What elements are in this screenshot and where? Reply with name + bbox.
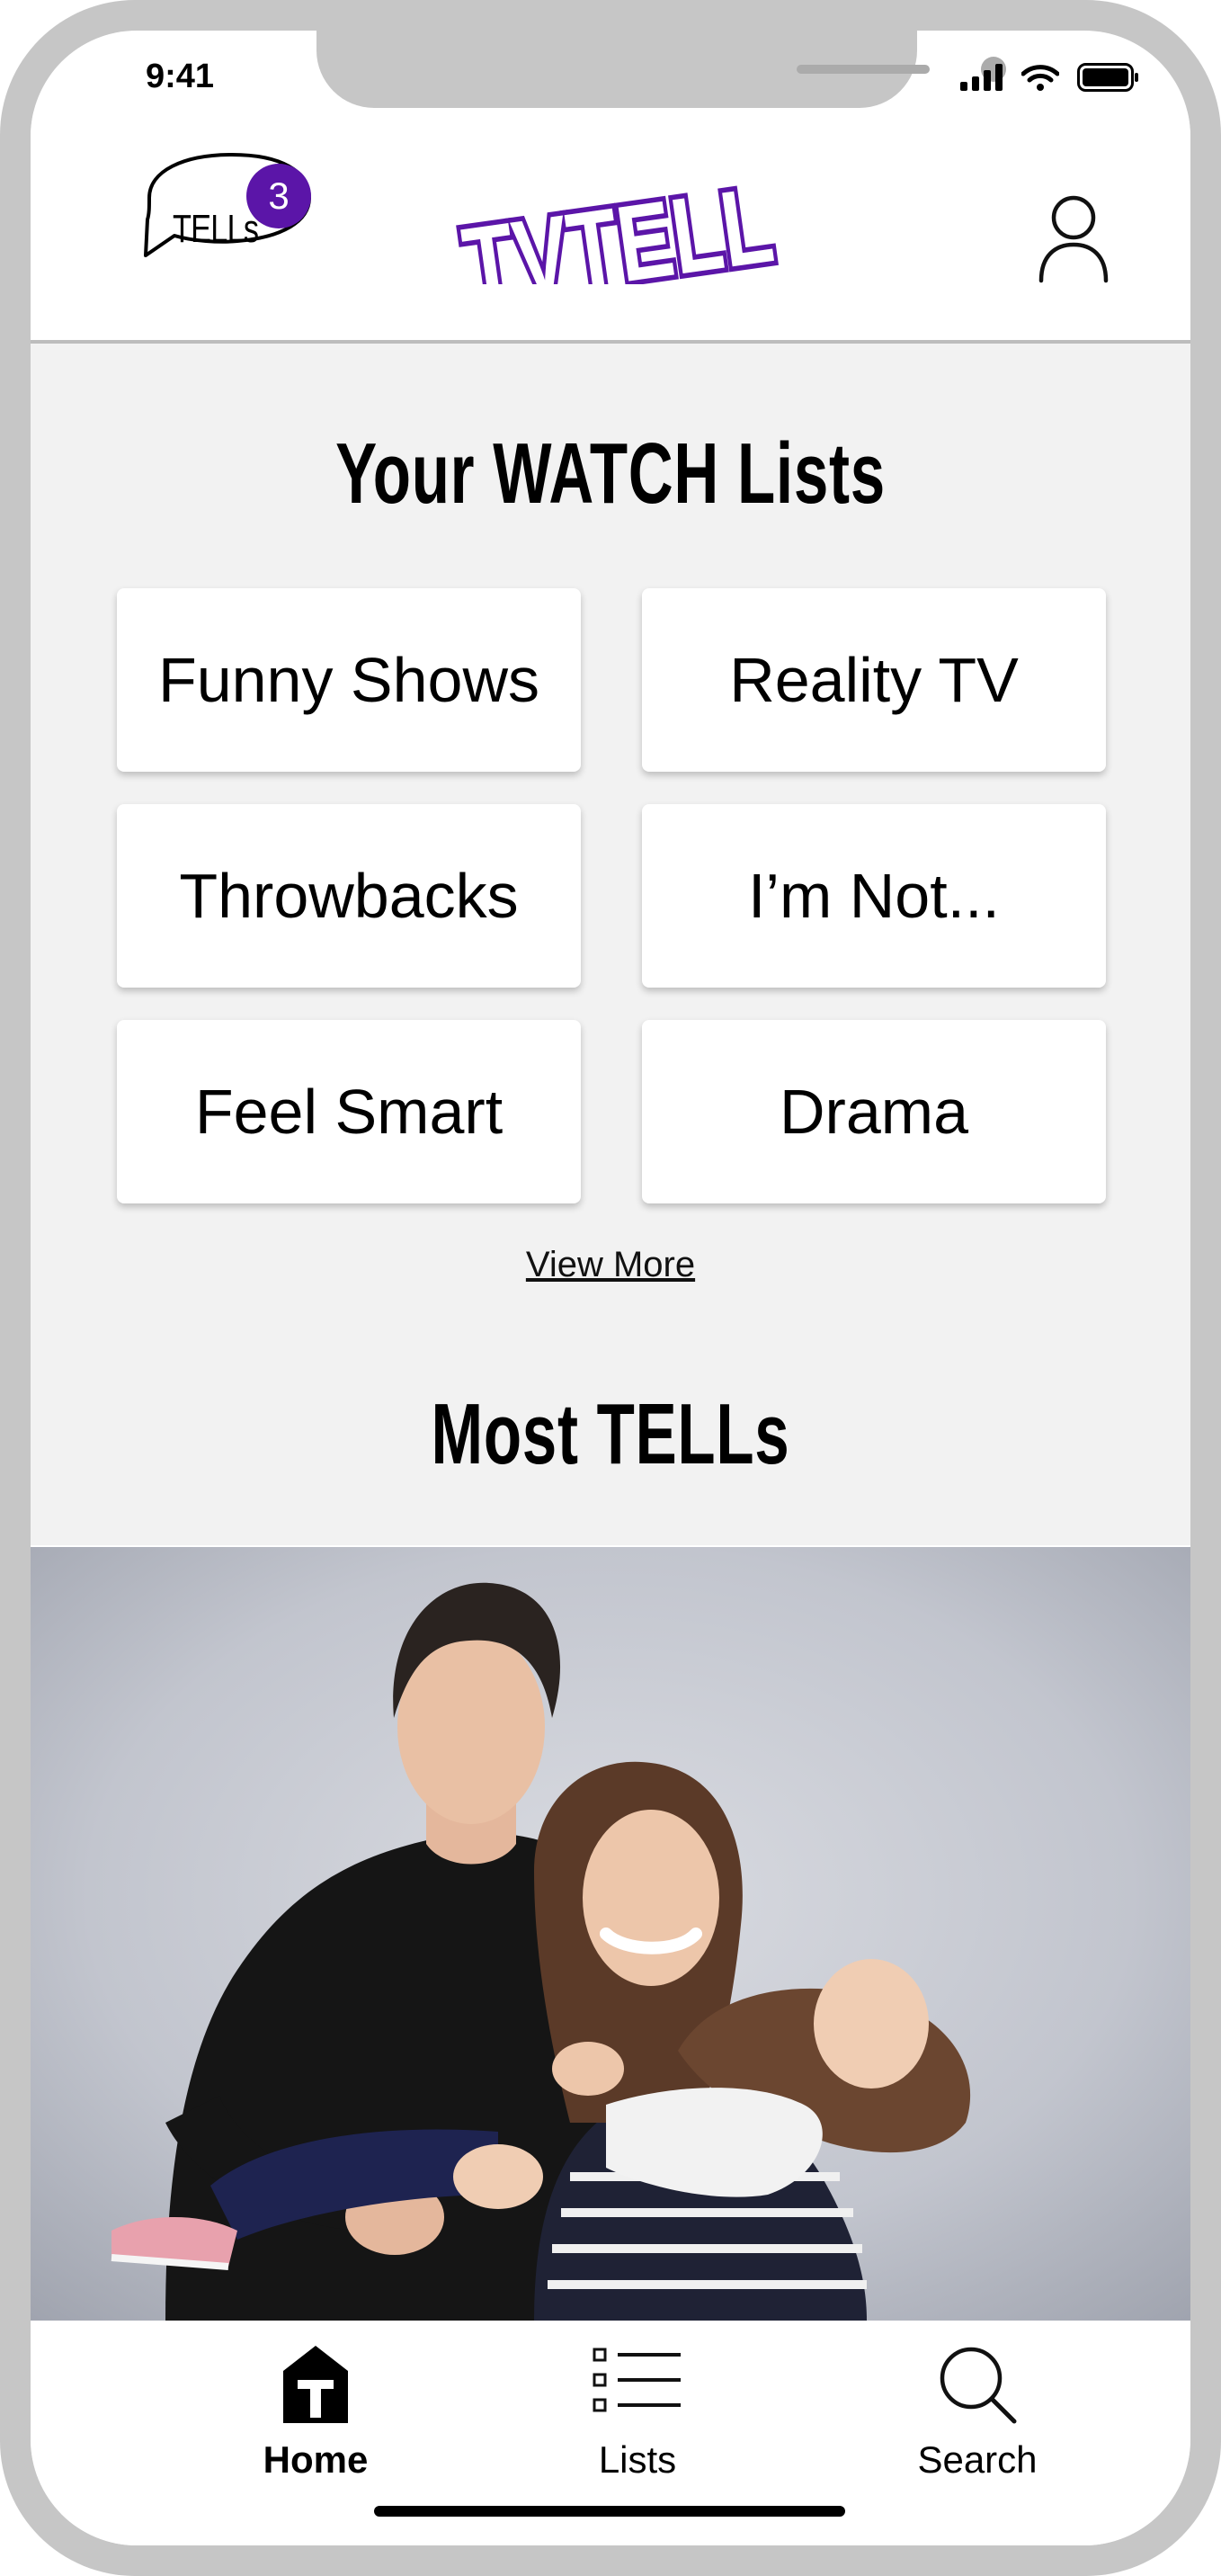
status-icons: [960, 63, 1140, 92]
status-time: 9:41: [146, 58, 215, 95]
watch-list-card[interactable]: Throwbacks: [117, 804, 581, 988]
cellular-signal-icon: [960, 64, 1003, 91]
most-tells-title: Most TELLs: [431, 1386, 790, 1482]
search-icon: [940, 2347, 1017, 2424]
screen: 9:41 TELLs 3 TVTELL Your WATCH Lists Fun…: [31, 31, 1190, 2545]
tab-search[interactable]: Search: [860, 2344, 1094, 2482]
tvtell-logo[interactable]: TVTELL: [451, 140, 793, 284]
wifi-icon: [1021, 65, 1059, 91]
featured-show-image[interactable]: [31, 1547, 1190, 2321]
content-area: Your WATCH Lists Funny Shows Reality TV …: [31, 344, 1190, 1545]
user-profile-icon[interactable]: [1038, 191, 1110, 284]
notch: [316, 31, 1006, 108]
home-indicator: [374, 2506, 845, 2517]
home-t-icon: [283, 2346, 348, 2423]
list-icon: [593, 2348, 681, 2412]
view-more-link[interactable]: View More: [31, 1245, 1190, 1285]
tab-home[interactable]: Home: [199, 2344, 432, 2482]
watch-list-card[interactable]: I’m Not...: [642, 804, 1106, 988]
tab-lists-label: Lists: [598, 2438, 677, 2481]
logo-wordmark: TVTELL: [457, 164, 780, 284]
tells-label: TELLs: [173, 207, 259, 251]
tab-search-label: Search: [917, 2438, 1038, 2481]
family-photo: [31, 1547, 1190, 2321]
battery-icon: [1077, 63, 1138, 92]
speaker: [797, 65, 930, 74]
watch-lists-title: Your WATCH Lists: [335, 425, 886, 522]
watch-list-card[interactable]: Funny Shows: [117, 588, 581, 772]
tab-lists[interactable]: Lists: [521, 2344, 754, 2482]
tells-count-badge: 3: [246, 164, 311, 228]
watch-list-card[interactable]: Reality TV: [642, 588, 1106, 772]
tab-home-label: Home: [263, 2438, 369, 2481]
watch-list-card[interactable]: Drama: [642, 1020, 1106, 1203]
watch-list-card[interactable]: Feel Smart: [117, 1020, 581, 1203]
